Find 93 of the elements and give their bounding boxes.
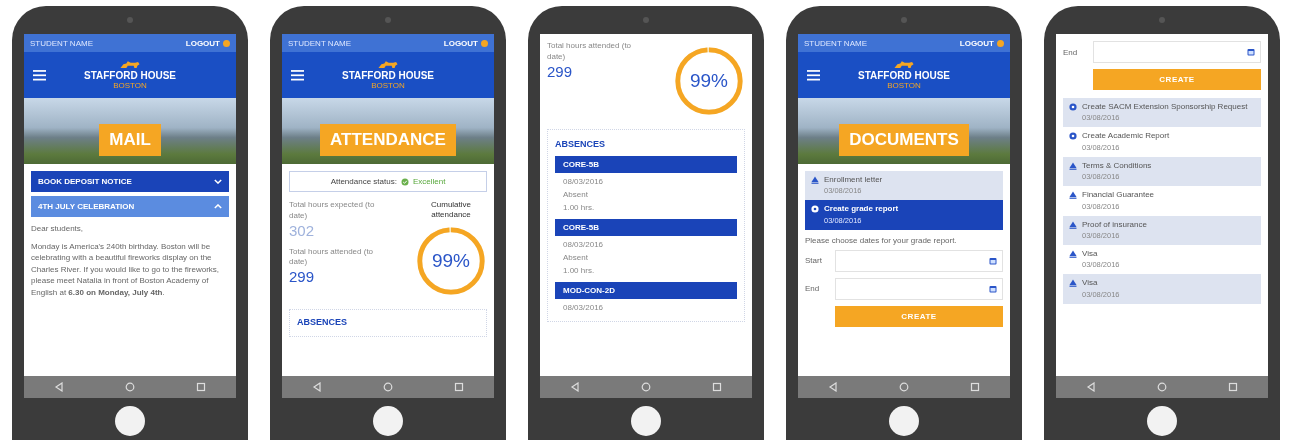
course-header: CORE-5B	[555, 219, 737, 236]
attendance-percent: 99%	[690, 70, 728, 92]
absence-detail: 08/03/2016	[562, 303, 605, 312]
menu-icon[interactable]	[33, 69, 46, 81]
accordion-header[interactable]: 4TH JULY CELEBRATION	[31, 196, 229, 217]
brand-name: STAFFORD HOUSE	[341, 70, 434, 82]
absence-detail: 1.00 hrs.	[562, 203, 596, 212]
stat-label: Total hours expected (to date)	[289, 200, 376, 222]
recent-apps-icon[interactable]	[969, 382, 980, 392]
absences-title: ABSENCES	[297, 316, 348, 327]
menu-icon[interactable]	[807, 69, 820, 81]
camera-icon	[901, 17, 907, 23]
page-title: ATTENDANCE	[320, 124, 456, 156]
logout-link[interactable]: LOGOUT	[959, 38, 994, 48]
chevron-icon	[214, 179, 222, 184]
brand-city: BOSTON	[371, 81, 405, 90]
attendance-percent: 99%	[432, 249, 470, 272]
calendar-icon	[989, 284, 997, 293]
field-label: End	[805, 284, 821, 294]
recent-apps-icon[interactable]	[453, 382, 464, 392]
cumulative-label: Cumulative attendance	[430, 200, 472, 221]
recent-apps-icon[interactable]	[1227, 382, 1238, 392]
recent-apps-icon[interactable]	[711, 382, 722, 392]
circle-icon	[1069, 103, 1077, 111]
absences-title: ABSENCES	[555, 139, 606, 149]
accordion-header[interactable]: BOOK DEPOSIT NOTICE	[31, 171, 229, 192]
home-icon[interactable]	[1157, 382, 1167, 392]
calendar-icon	[1247, 48, 1255, 56]
stat-value: 299	[547, 62, 574, 80]
calendar-icon	[989, 256, 997, 265]
absence-detail: 08/03/2016	[562, 177, 605, 186]
home-icon[interactable]	[125, 382, 135, 392]
instruction-text: Please choose dates for your grade report.	[805, 235, 958, 245]
home-icon[interactable]	[899, 382, 909, 392]
chevron-icon	[214, 204, 222, 209]
camera-icon	[385, 17, 391, 23]
status-label: Attendance status:	[330, 177, 397, 186]
back-icon[interactable]	[570, 382, 581, 392]
home-button[interactable]	[1147, 406, 1177, 436]
stat-value: 299	[289, 268, 316, 286]
brand-city: BOSTON	[113, 81, 147, 90]
student-name: STUDENT NAME	[288, 38, 351, 48]
logout-link[interactable]: LOGOUT	[185, 38, 220, 48]
back-icon[interactable]	[828, 382, 839, 392]
home-icon[interactable]	[641, 382, 651, 392]
stat-label: Total hours attended (to date)	[289, 246, 375, 269]
page-title: DOCUMENTS	[839, 124, 969, 156]
attendance-ring	[673, 45, 745, 117]
logout-link[interactable]: LOGOUT	[443, 38, 478, 48]
lion-logo-icon	[893, 60, 915, 71]
circle-icon	[1069, 132, 1077, 141]
camera-icon	[1159, 17, 1165, 23]
brand-name: STAFFORD HOUSE	[83, 70, 176, 82]
logout-icon	[223, 39, 230, 47]
home-button[interactable]	[115, 406, 145, 436]
menu-icon[interactable]	[291, 69, 304, 81]
back-icon[interactable]	[1086, 382, 1097, 392]
message-paragraph: Dear students,	[31, 223, 85, 235]
stat-label: Total hours attended (to date)	[547, 41, 633, 63]
lion-logo-icon	[377, 60, 399, 71]
course-header: CORE-5B	[555, 156, 737, 173]
circle-icon	[811, 205, 819, 214]
home-button[interactable]	[631, 406, 661, 436]
camera-icon	[127, 17, 133, 23]
home-button[interactable]	[889, 406, 919, 436]
home-icon[interactable]	[383, 382, 393, 392]
page-title: MAIL	[99, 124, 161, 156]
back-icon[interactable]	[312, 382, 323, 392]
camera-icon	[643, 17, 649, 23]
absence-detail: 08/03/2016	[562, 240, 605, 249]
course-header: MOD-CON-2D	[555, 282, 737, 299]
recent-apps-icon[interactable]	[195, 382, 206, 392]
date-input-field[interactable]	[835, 249, 1003, 272]
student-name: STUDENT NAME	[804, 38, 867, 48]
back-icon[interactable]	[54, 382, 65, 392]
field-label: Start	[805, 256, 823, 266]
logout-icon	[481, 39, 488, 47]
date-input-field[interactable]	[835, 277, 1003, 300]
message-paragraph: Monday is America's 240th birthday. Boston will be celebrating with a beautiful fireworks display on the Charles River. If you would like to go to the fireworks, please meet Natalia in front of Boston Academy of English at 6.30 on Monday, July 4th.	[31, 240, 221, 299]
logout-icon	[997, 39, 1004, 47]
home-button[interactable]	[373, 406, 403, 436]
lion-logo-icon	[119, 60, 141, 71]
absence-detail: Absent	[562, 253, 589, 262]
status-value: Excellent	[412, 177, 446, 186]
absence-detail: Absent	[562, 190, 589, 199]
absence-detail: 1.00 hrs.	[562, 266, 596, 275]
field-label: End	[1063, 47, 1079, 57]
brand-name: STAFFORD HOUSE	[857, 70, 950, 82]
date-input-field[interactable]	[1093, 41, 1261, 63]
brand-city: BOSTON	[887, 81, 921, 90]
check-circle-icon	[400, 177, 409, 186]
stat-value: 302	[289, 221, 316, 239]
student-name: STUDENT NAME	[30, 38, 93, 48]
